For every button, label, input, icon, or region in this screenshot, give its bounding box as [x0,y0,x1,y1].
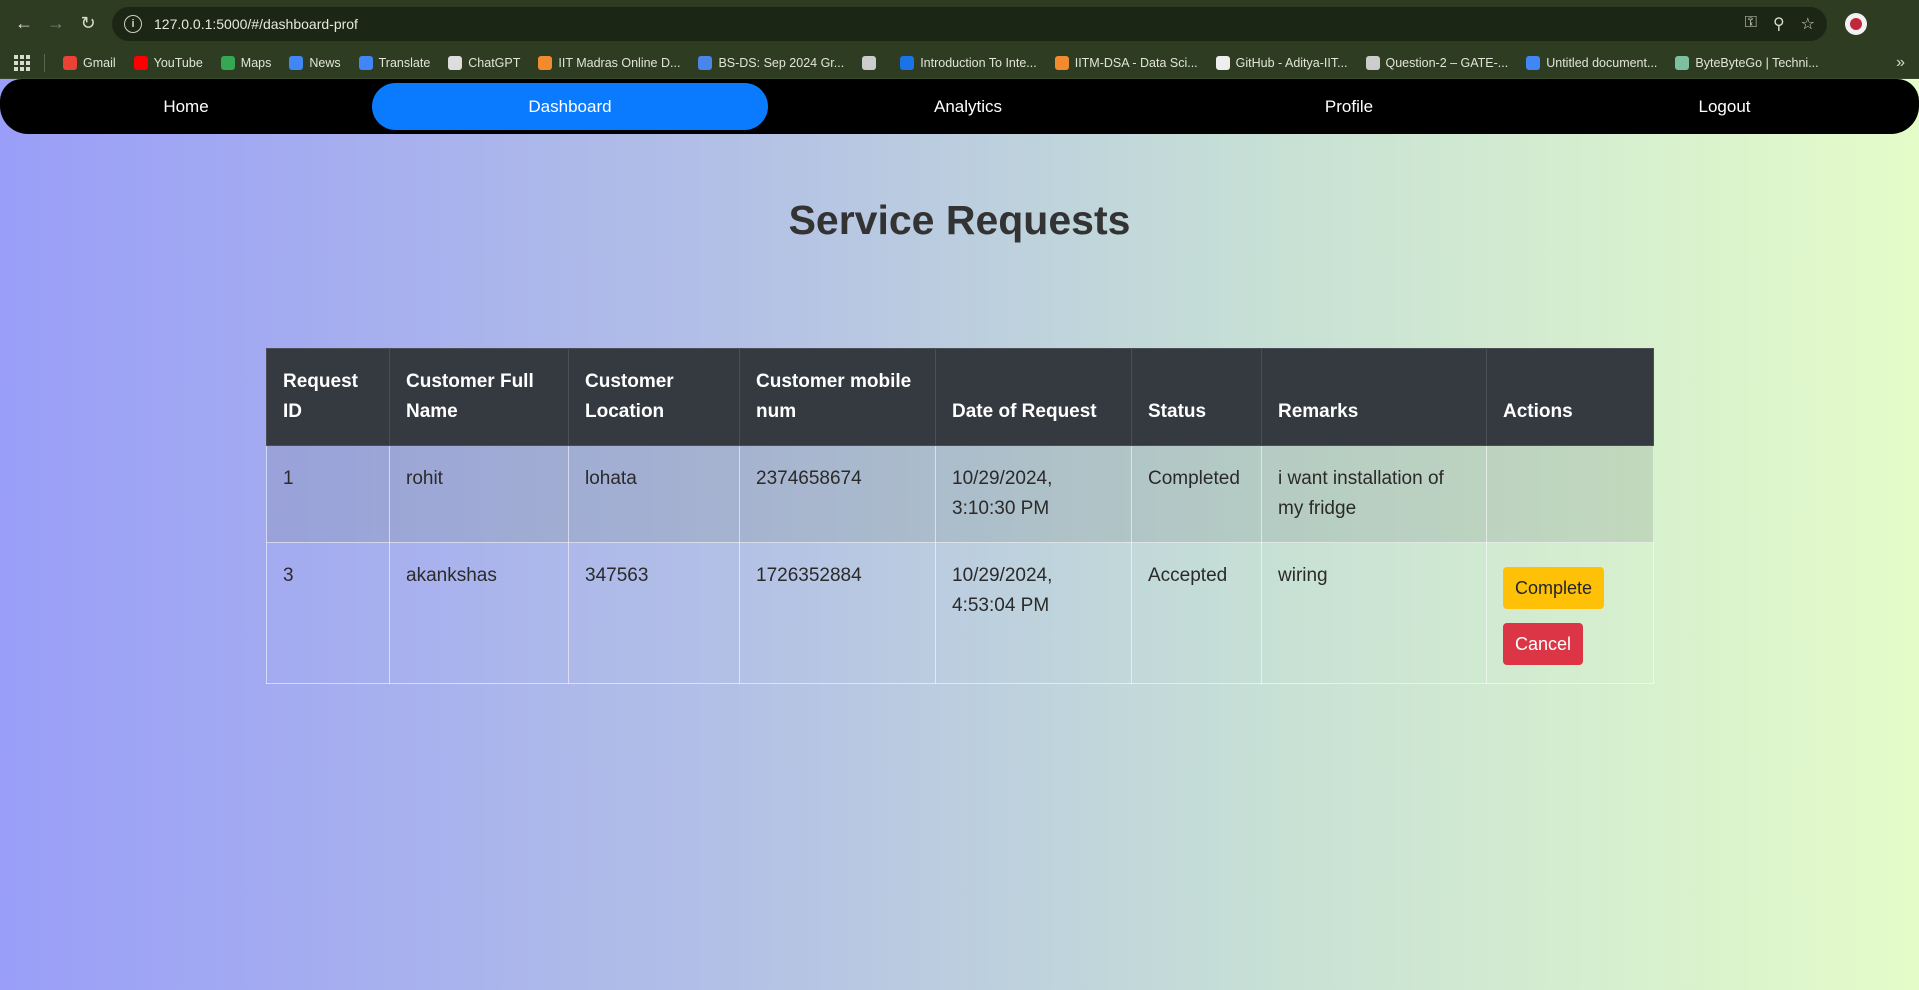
cell-actions: Complete Cancel [1486,542,1654,684]
apps-grid-icon[interactable] [14,54,30,71]
bookmark-label: Maps [240,55,272,70]
cell-request-id: 1 [266,445,390,543]
bookmark-favicon-icon [900,55,915,70]
app-navbar: Home Dashboard Analytics Profile Logout [0,79,1919,134]
bookmark-label: Translate [378,55,431,70]
col-actions: Actions [1486,348,1654,446]
bookmark-label: Introduction To Inte... [920,55,1037,70]
cancel-button[interactable]: Cancel [1503,623,1584,665]
bookmark-label: GitHub - Aditya-IIT... [1235,55,1348,70]
table-row: 1 rohit lohata 2374658674 10/29/2024, 3:… [266,445,1654,543]
star-icon[interactable]: ☆ [1801,14,1815,34]
page-title: Service Requests [788,197,1131,243]
complete-button[interactable]: Complete [1503,567,1605,609]
page-content: Home Dashboard Analytics Profile Logout … [0,79,1919,990]
bookmark-label: IIT Madras Online D... [558,55,681,70]
col-customer-mobile: Customer mobile num [739,348,936,446]
col-customer-location: Customer Location [568,348,740,446]
bookmark-label: BS-DS: Sep 2024 Gr... [718,55,845,70]
divider [44,53,45,72]
col-date-of-request: Date of Request [935,348,1132,446]
bookmark-label: ByteByteGo | Techni... [1695,55,1819,70]
cell-customer-mobile: 2374658674 [739,445,936,543]
url-text[interactable]: 127.0.0.1:5000/#/dashboard-prof [154,16,1745,32]
cell-remarks: wiring [1261,542,1487,684]
col-remarks: Remarks [1261,348,1487,446]
cell-date: 10/29/2024, 4:53:04 PM [935,542,1132,684]
back-icon[interactable]: ← [8,8,40,40]
cell-customer-location: 347563 [568,542,740,684]
browser-chrome: ← → ↻ i 127.0.0.1:5000/#/dashboard-prof … [0,0,1919,79]
cell-customer-name: rohit [389,445,569,543]
bookmark-favicon-icon [220,55,235,70]
bookmark-label: Question-2 – GATE-... [1385,55,1509,70]
cell-date: 10/29/2024, 3:10:30 PM [935,445,1132,543]
bookmark-favicon-icon [1365,55,1380,70]
cell-customer-name: akankshas [389,542,569,684]
bookmark-item[interactable]: YouTube [128,53,209,73]
cell-status: Accepted [1131,542,1262,684]
bookmark-favicon-icon [63,55,77,70]
bookmarks-bar: Gmail YouTube Maps News Translate ChatGPT IIT … [0,47,1919,79]
bookmark-favicon-icon [1054,55,1069,70]
zoom-icon[interactable]: ⚲ [1773,14,1785,34]
bookmark-label: News [309,55,341,70]
more-bookmarks-icon[interactable]: » [1896,54,1905,72]
bookmark-item[interactable]: IIT Madras Online D... [532,53,686,73]
browser-toolbar: ← → ↻ i 127.0.0.1:5000/#/dashboard-prof … [0,0,1919,47]
bookmark-label: Untitled document... [1546,55,1658,70]
bookmark-item[interactable]: Introduction To Inte... [894,53,1043,73]
reload-icon[interactable]: ↻ [72,8,104,40]
bookmark-label: ChatGPT [468,55,521,70]
cell-actions [1486,445,1654,543]
nav-profile[interactable]: Profile [1168,83,1530,130]
key-icon[interactable]: ⚿ [1745,14,1757,34]
bookmark-favicon-icon [1215,55,1230,70]
profile-avatar[interactable] [1845,12,1867,35]
bookmark-item[interactable]: Untitled document... [1520,53,1663,73]
bookmark-favicon-icon [358,55,373,70]
bookmark-item[interactable]: GitHub - Aditya-IIT... [1210,53,1354,73]
cell-customer-mobile: 1726352884 [739,542,936,684]
bookmark-item[interactable]: Gmail [57,53,122,73]
bookmark-label: Gmail [83,55,116,70]
address-bar[interactable]: i 127.0.0.1:5000/#/dashboard-prof ⚿ ⚲ ☆ [112,6,1827,41]
bookmark-favicon-icon [698,55,713,70]
bookmark-item[interactable] [856,53,888,73]
nav-logout[interactable]: Logout [1530,83,1919,130]
bookmark-favicon-icon [862,55,877,70]
bookmark-item[interactable]: ByteByteGo | Techni... [1669,53,1824,73]
bookmark-item[interactable]: Maps [215,53,278,73]
bookmark-item[interactable]: IITM-DSA - Data Sci... [1049,53,1204,73]
cell-remarks: i want installation of my fridge [1261,445,1487,543]
bookmark-favicon-icon [133,55,148,70]
nav-home[interactable]: Home [0,83,372,130]
bookmark-favicon-icon [1526,55,1541,70]
cell-customer-location: lohata [568,445,740,543]
nav-dashboard[interactable]: Dashboard [372,83,768,130]
col-request-id: Request ID [266,348,390,446]
cell-request-id: 3 [266,542,390,684]
bookmark-label: IITM-DSA - Data Sci... [1074,55,1198,70]
nav-analytics[interactable]: Analytics [768,83,1168,130]
table-header-row: Request ID Customer Full Name Customer L… [266,348,1654,446]
site-info-icon[interactable]: i [124,14,142,33]
bookmark-favicon-icon [289,55,304,70]
bookmark-favicon-icon [538,55,553,70]
bookmark-item[interactable]: News [283,53,346,73]
bookmark-favicon-icon [448,55,463,70]
bookmark-label: YouTube [153,55,203,70]
cell-status: Completed [1131,445,1262,543]
col-customer-name: Customer Full Name [389,348,569,446]
col-status: Status [1131,348,1262,446]
bookmark-item[interactable]: Translate [353,53,437,73]
bookmark-item[interactable]: BS-DS: Sep 2024 Gr... [692,53,850,73]
service-requests-table: Request ID Customer Full Name Customer L… [266,348,1654,684]
bookmark-item[interactable]: Question-2 – GATE-... [1360,53,1515,73]
bookmark-favicon-icon [1675,55,1690,70]
forward-icon[interactable]: → [40,8,72,40]
bookmark-item[interactable]: ChatGPT [442,53,526,73]
table-row: 3 akankshas 347563 1726352884 10/29/2024… [266,542,1654,684]
